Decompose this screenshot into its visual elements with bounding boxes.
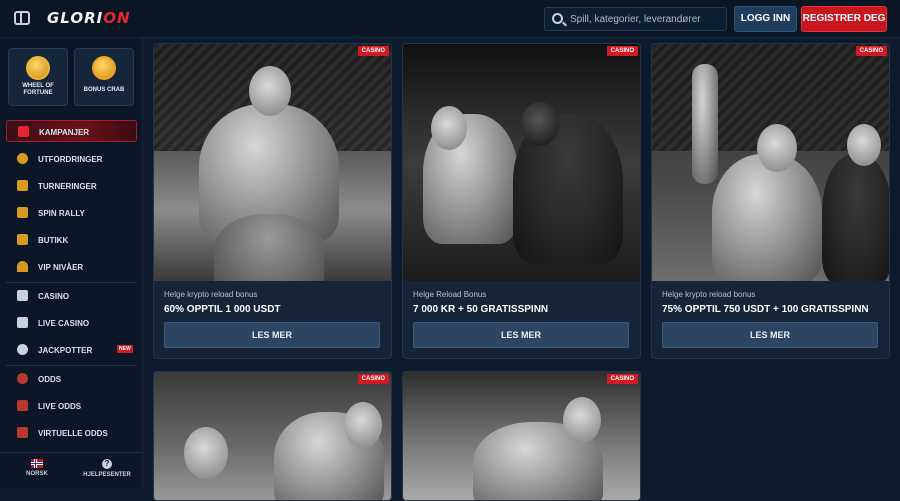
- promo-subtitle: Helge krypto reload bonus: [164, 290, 258, 299]
- sidebar-item-label: TURNERINGER: [38, 182, 97, 191]
- sidebar-item-label: VIRTUELLE ODDS: [38, 429, 108, 438]
- wheel-of-fortune-label: WHEEL OF FORTUNE: [22, 83, 54, 96]
- promo-title: 75% OPPTIL 750 USDT + 100 GRATISSPINN: [662, 304, 869, 315]
- sidebar-item-label: KAMPANJER: [39, 128, 90, 137]
- vip-icon: [17, 261, 28, 272]
- sidebar-item-kampanjer[interactable]: KAMPANJER: [6, 120, 137, 142]
- casino-tag: CASINO: [606, 46, 638, 56]
- bonus-crab-tile[interactable]: BONUS CRAB: [74, 48, 134, 106]
- sidebar-item-label: BUTIKK: [38, 236, 69, 245]
- sidebar-item-casino[interactable]: CASINO: [6, 285, 137, 307]
- jackpot-icon: [17, 344, 28, 355]
- casino-tag: CASINO: [606, 374, 638, 384]
- promo-subtitle: Helge Reload Bonus: [413, 290, 487, 299]
- top-bar: GLORION LOGG INN REGISTRER DEG: [0, 0, 900, 38]
- promo-card[interactable]: CASINO: [153, 371, 392, 501]
- casino-tag: CASINO: [357, 46, 389, 56]
- sidebar-item-label: LIVE ODDS: [38, 402, 82, 411]
- trophy-icon: [17, 180, 28, 191]
- sidebar-item-jackpotter[interactable]: JACKPOTTER NEW: [6, 339, 137, 361]
- bonus-crab-label: BONUS CRAB: [83, 87, 125, 93]
- promo-image-fight: [154, 372, 391, 500]
- live-odds-icon: [17, 400, 28, 411]
- sidebar-item-live-casino[interactable]: LIVE CASINO: [6, 312, 137, 334]
- read-more-button[interactable]: LES MER: [662, 322, 878, 348]
- search-input[interactable]: [570, 11, 720, 27]
- sidebar-item-butikk[interactable]: BUTIKK: [6, 229, 137, 251]
- sidebar-item-odds[interactable]: ODDS: [6, 368, 137, 390]
- sidebar-toggle-icon[interactable]: [14, 11, 30, 25]
- sidebar-item-label: ODDS: [38, 375, 62, 384]
- sidebar-item-label: UTFORDRINGER: [38, 155, 103, 164]
- wheel-icon: [26, 56, 50, 80]
- shop-icon: [17, 234, 28, 245]
- promo-card[interactable]: CASINO Helge krypto reload bonus 60% OPP…: [153, 43, 392, 359]
- casino-tag: CASINO: [357, 374, 389, 384]
- sidebar-item-label: JACKPOTTER: [38, 346, 93, 355]
- read-more-button[interactable]: LES MER: [413, 322, 629, 348]
- help-center-label: HJELPESENTER: [83, 472, 131, 478]
- logo-accent: ON: [103, 9, 131, 27]
- norway-flag-icon: [31, 459, 43, 468]
- sidebar-item-live-odds[interactable]: LIVE ODDS: [6, 395, 137, 417]
- crab-claw-icon: [92, 56, 116, 80]
- promo-title: 7 000 KR + 50 GRATISSPINN: [413, 304, 549, 315]
- wheel-of-fortune-tile[interactable]: WHEEL OF FORTUNE: [8, 48, 68, 106]
- cards-icon: [17, 317, 28, 328]
- search-box[interactable]: [544, 7, 727, 31]
- promo-image-fight: [403, 372, 640, 500]
- sidebar-footer: NORSK ? HJELPESENTER: [0, 452, 143, 488]
- sidebar-item-label: CASINO: [38, 292, 70, 301]
- sidebar-divider: [6, 282, 137, 283]
- search-icon: [552, 13, 563, 24]
- new-badge: NEW: [117, 345, 133, 353]
- sidebar-item-turneringer[interactable]: TURNERINGER: [6, 175, 137, 197]
- promo-image-winner: [652, 44, 889, 281]
- promo-card[interactable]: CASINO: [402, 371, 641, 501]
- sidebar-divider: [6, 365, 137, 366]
- sidebar-item-label: VIP NIVÅER: [38, 263, 84, 272]
- promo-card[interactable]: CASINO Helge krypto reload bonus 75% OPP…: [651, 43, 890, 359]
- sidebar: WHEEL OF FORTUNE BONUS CRAB KAMPANJER UT…: [0, 38, 143, 488]
- sidebar-item-virtuelle-odds[interactable]: VIRTUELLE ODDS: [6, 422, 137, 444]
- virtual-odds-icon: [17, 427, 28, 438]
- promotions-grid: CASINO Helge krypto reload bonus 60% OPP…: [143, 38, 900, 501]
- login-button[interactable]: LOGG INN: [734, 6, 797, 32]
- language-label: NORSK: [26, 471, 48, 477]
- ball-icon: [17, 373, 28, 384]
- sidebar-item-label: LIVE CASINO: [38, 319, 90, 328]
- medal-icon: [17, 153, 28, 164]
- promo-card[interactable]: CASINO Helge Reload Bonus 7 000 KR + 50 …: [402, 43, 641, 359]
- sidebar-item-spin-rally[interactable]: SPIN RALLY: [6, 202, 137, 224]
- promo-image-fight: [403, 44, 640, 281]
- help-icon: ?: [102, 459, 112, 469]
- promo-title: 60% OPPTIL 1 000 USDT: [164, 304, 281, 315]
- promo-image-fighter: [154, 44, 391, 281]
- sidebar-item-utfordringer[interactable]: UTFORDRINGER: [6, 148, 137, 170]
- logo-main: GLORI: [47, 9, 104, 27]
- casino-tag: CASINO: [855, 46, 887, 56]
- logo[interactable]: GLORION: [47, 9, 131, 27]
- language-selector[interactable]: NORSK: [22, 459, 52, 477]
- gift-icon: [18, 126, 29, 137]
- sidebar-item-vip-nivaer[interactable]: VIP NIVÅER: [6, 256, 137, 278]
- promo-subtitle: Helge krypto reload bonus: [662, 290, 756, 299]
- sidebar-item-label: SPIN RALLY: [38, 209, 85, 218]
- register-button[interactable]: REGISTRER DEG: [801, 6, 887, 32]
- read-more-button[interactable]: LES MER: [164, 322, 380, 348]
- help-center-link[interactable]: ? HJELPESENTER: [80, 459, 134, 478]
- casino-icon: [17, 290, 28, 301]
- flag-icon: [17, 207, 28, 218]
